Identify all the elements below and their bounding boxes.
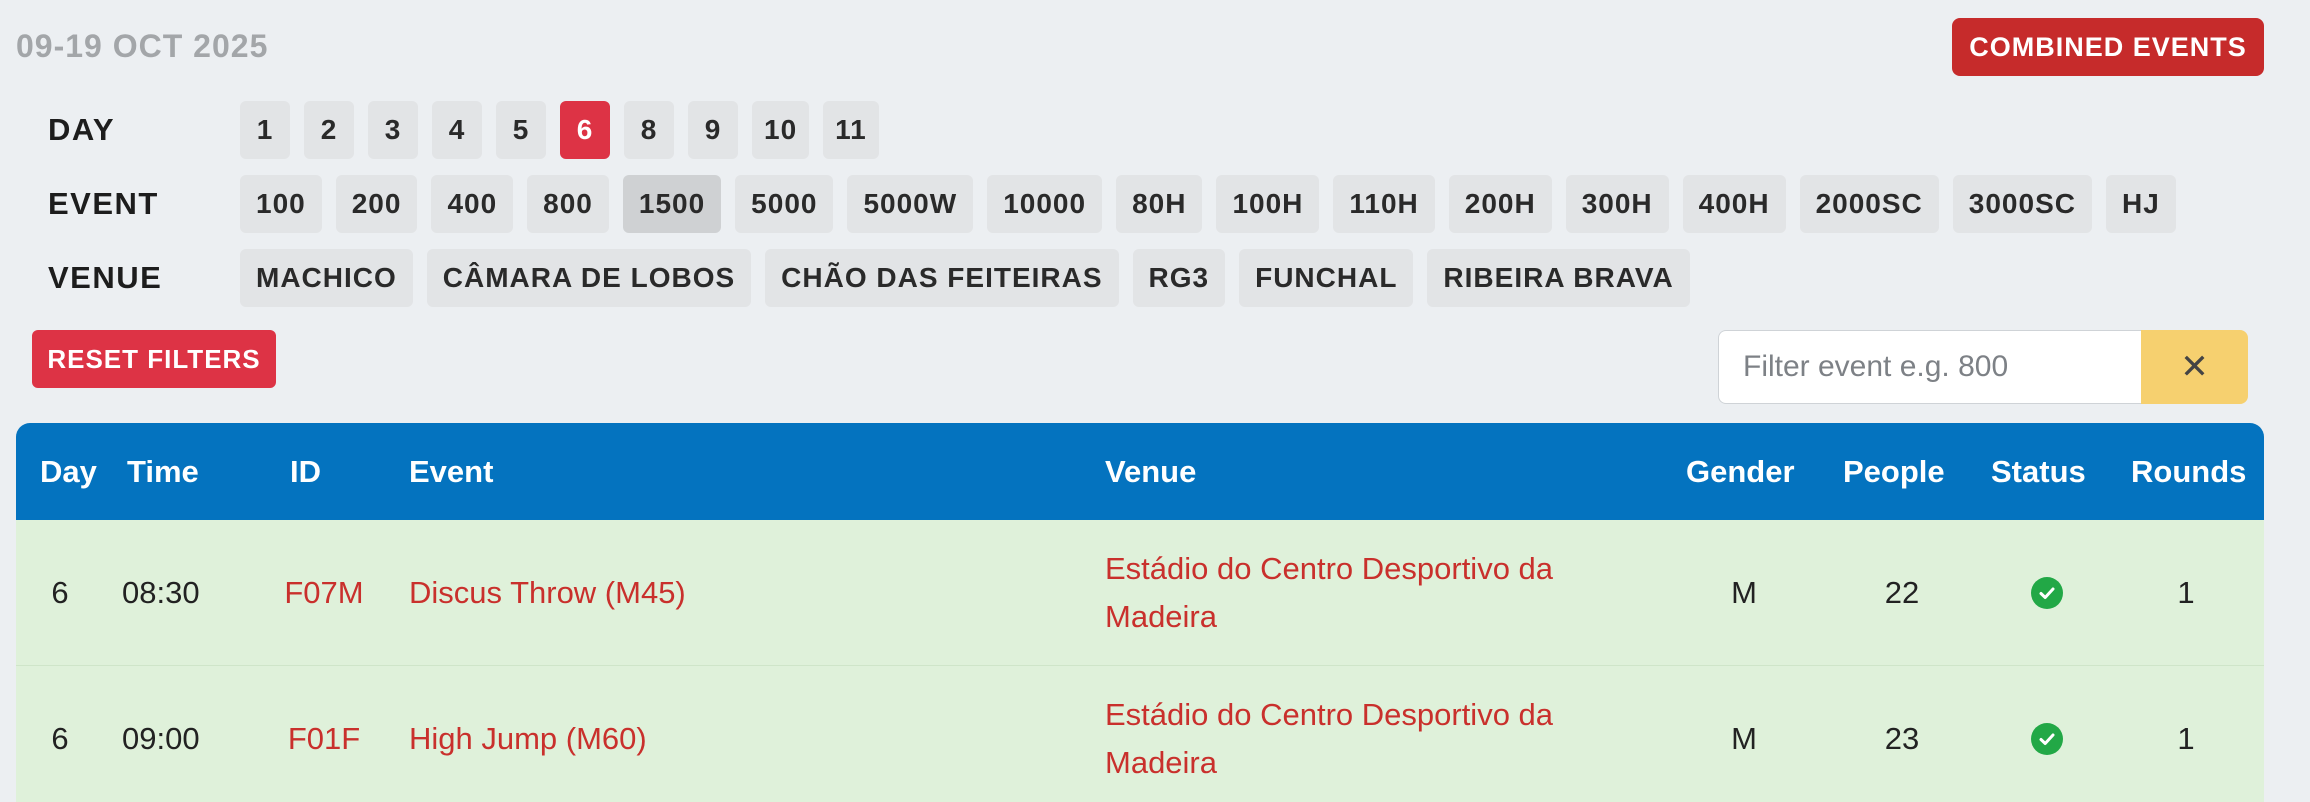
event-search: ✕ [1718, 330, 2248, 404]
event-chip[interactable]: 100 [240, 175, 322, 233]
combined-events-button[interactable]: COMBINED EVENTS [1952, 18, 2264, 76]
column-header-people[interactable]: People [1843, 423, 1945, 520]
column-header-day[interactable]: Day [40, 423, 97, 520]
day-chip[interactable]: 6 [560, 101, 610, 159]
column-header-venue[interactable]: Venue [1105, 423, 1196, 520]
event-chip[interactable]: 800 [527, 175, 609, 233]
day-chip[interactable]: 3 [368, 101, 418, 159]
column-header-rounds[interactable]: Rounds [2131, 423, 2246, 520]
cell-venue[interactable]: Estádio do Centro Desportivo da Madeira [1105, 666, 1625, 802]
close-icon: ✕ [2180, 348, 2209, 386]
event-chip[interactable]: 110H [1333, 175, 1435, 233]
cell-rounds: 1 [2177, 721, 2195, 756]
event-chip[interactable]: 3000SC [1952, 175, 2092, 233]
cell-rounds: 1 [2177, 575, 2195, 610]
venue-chip[interactable]: MACHICO [240, 249, 413, 307]
event-chip[interactable]: 400 [431, 175, 514, 233]
cell-day: 6 [51, 575, 69, 610]
venue-link[interactable]: Estádio do Centro Desportivo da Madeira [1105, 545, 1625, 641]
top-bar: 09-19 OCT 2025 COMBINED EVENTS [0, 0, 2310, 90]
cell-event[interactable]: Discus Throw (M45) [409, 520, 686, 666]
check-circle-icon [2031, 723, 2063, 755]
cell-time: 08:30 [122, 575, 200, 610]
date-range: 09-19 OCT 2025 [16, 28, 269, 64]
venue-filter-row: VENUE MACHICO CÂMARA DE LOBOS CHÃO DAS FEI… [0, 248, 2310, 308]
event-chip[interactable]: 400H [1682, 175, 1786, 233]
venue-link[interactable]: Estádio do Centro Desportivo da Madeira [1105, 691, 1625, 787]
event-chip[interactable]: 5000 [735, 175, 834, 233]
column-header-time[interactable]: Time [127, 423, 199, 520]
cell-time: 09:00 [122, 721, 200, 756]
event-chip[interactable]: 80H [1116, 175, 1203, 233]
cell-status [1991, 666, 2103, 802]
venue-chip[interactable]: CHÃO DAS FEITEIRAS [765, 249, 1119, 307]
event-chip[interactable]: 100H [1216, 175, 1320, 233]
event-chip[interactable]: 300H [1565, 175, 1669, 233]
day-chip[interactable]: 1 [240, 101, 290, 159]
cell-venue[interactable]: Estádio do Centro Desportivo da Madeira [1105, 520, 1625, 666]
day-chip[interactable]: 4 [432, 101, 482, 159]
cell-id[interactable]: F01F [256, 666, 392, 802]
cell-people: 23 [1884, 721, 1920, 756]
venue-chip[interactable]: RG3 [1132, 249, 1226, 307]
clear-filter-button[interactable]: ✕ [2141, 330, 2248, 404]
check-circle-icon [2031, 577, 2063, 609]
event-chip[interactable]: 5000W [847, 175, 974, 233]
day-filter-row: DAY 1 2 3 4 5 6 8 9 10 11 [0, 100, 2310, 160]
day-chip[interactable]: 9 [688, 101, 738, 159]
event-chip[interactable]: 200 [335, 175, 418, 233]
cell-event[interactable]: High Jump (M60) [409, 666, 647, 802]
venue-chips: MACHICO CÂMARA DE LOBOS CHÃO DAS FEITEIRAS… [240, 249, 1690, 307]
venue-chip[interactable]: FUNCHAL [1239, 249, 1414, 307]
column-header-status[interactable]: Status [1991, 423, 2086, 520]
events-table: Day Time ID Event Venue Gender People St… [16, 423, 2264, 802]
event-chip[interactable]: 10000 [987, 175, 1103, 233]
day-chip[interactable]: 2 [304, 101, 354, 159]
cell-people: 22 [1884, 575, 1920, 610]
event-filter-row: EVENT 100 200 400 800 1500 5000 5000W 10000 80H 1… [0, 174, 2310, 234]
day-chip[interactable]: 8 [624, 101, 674, 159]
table-header: Day Time ID Event Venue Gender People St… [16, 423, 2264, 520]
event-chip[interactable]: 200H [1448, 175, 1552, 233]
table-row: 6 08:30 F07M Discus Throw (M45) Estádio … [16, 520, 2264, 666]
column-header-event[interactable]: Event [409, 423, 493, 520]
column-header-gender[interactable]: Gender [1686, 423, 1795, 520]
event-filter-label: EVENT [48, 186, 159, 221]
day-chip[interactable]: 11 [823, 101, 879, 159]
day-filter-label: DAY [48, 112, 116, 147]
cell-status [1991, 520, 2103, 666]
venue-filter-label: VENUE [48, 260, 163, 295]
event-chips: 100 200 400 800 1500 5000 5000W 10000 80H 100H 110… [240, 175, 2176, 233]
cell-gender: M [1731, 575, 1757, 610]
day-chips: 1 2 3 4 5 6 8 9 10 11 [240, 101, 879, 159]
cell-id[interactable]: F07M [256, 520, 392, 666]
reset-filters-button[interactable]: RESET FILTERS [32, 330, 276, 388]
venue-chip[interactable]: RIBEIRA BRAVA [1427, 249, 1690, 307]
day-chip[interactable]: 10 [752, 101, 810, 159]
column-header-id[interactable]: ID [290, 423, 321, 520]
venue-chip[interactable]: CÂMARA DE LOBOS [426, 249, 752, 307]
event-chip[interactable]: 2000SC [1799, 175, 1939, 233]
event-chip[interactable]: HJ [2105, 175, 2176, 233]
event-filter-input[interactable] [1718, 330, 2141, 404]
day-chip[interactable]: 5 [496, 101, 546, 159]
table-row: 6 09:00 F01F High Jump (M60) Estádio do … [16, 666, 2264, 802]
event-chip[interactable]: 1500 [622, 175, 722, 233]
cell-day: 6 [51, 721, 69, 756]
cell-gender: M [1731, 721, 1757, 756]
